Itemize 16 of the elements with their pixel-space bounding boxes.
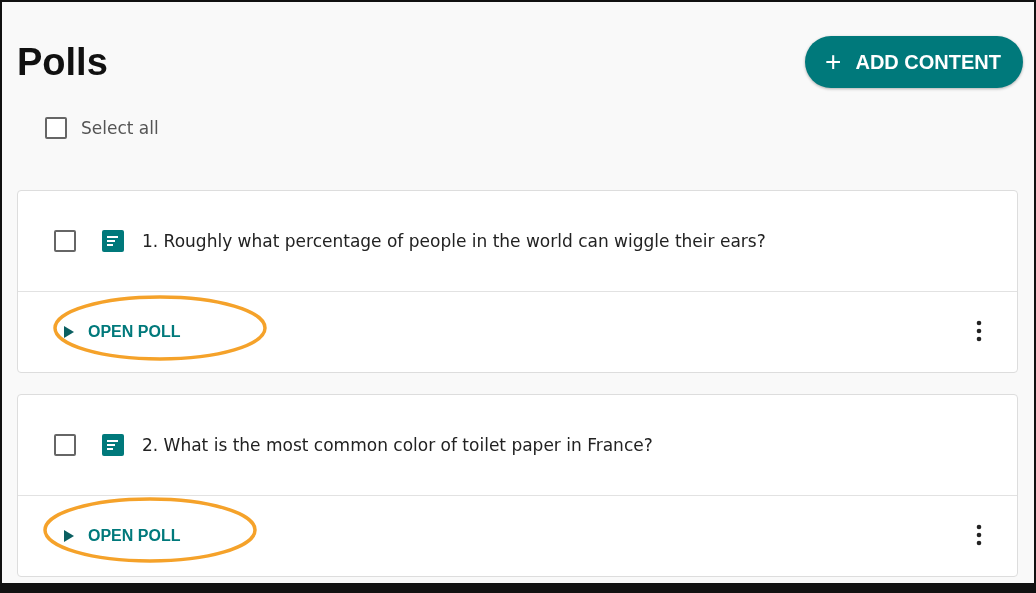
poll-checkbox[interactable] [54, 230, 76, 252]
poll-question: 2. What is the most common color of toilet paper in France? [142, 435, 653, 455]
page-title: Polls [17, 40, 108, 85]
open-poll-button[interactable]: OPEN POLL [64, 527, 181, 545]
document-icon [102, 230, 124, 252]
poll-question: 1. Roughly what percentage of people in the world can wiggle their ears? [142, 231, 766, 251]
document-icon [102, 434, 124, 456]
play-icon [64, 326, 74, 338]
poll-checkbox[interactable] [54, 434, 76, 456]
select-all-checkbox[interactable] [45, 117, 67, 139]
play-icon [64, 530, 74, 542]
select-all-label: Select all [81, 118, 159, 138]
open-poll-button[interactable]: OPEN POLL [64, 323, 181, 341]
more-icon [976, 319, 982, 342]
more-icon [976, 523, 982, 546]
add-content-button[interactable]: + ADD CONTENT [805, 36, 1023, 88]
